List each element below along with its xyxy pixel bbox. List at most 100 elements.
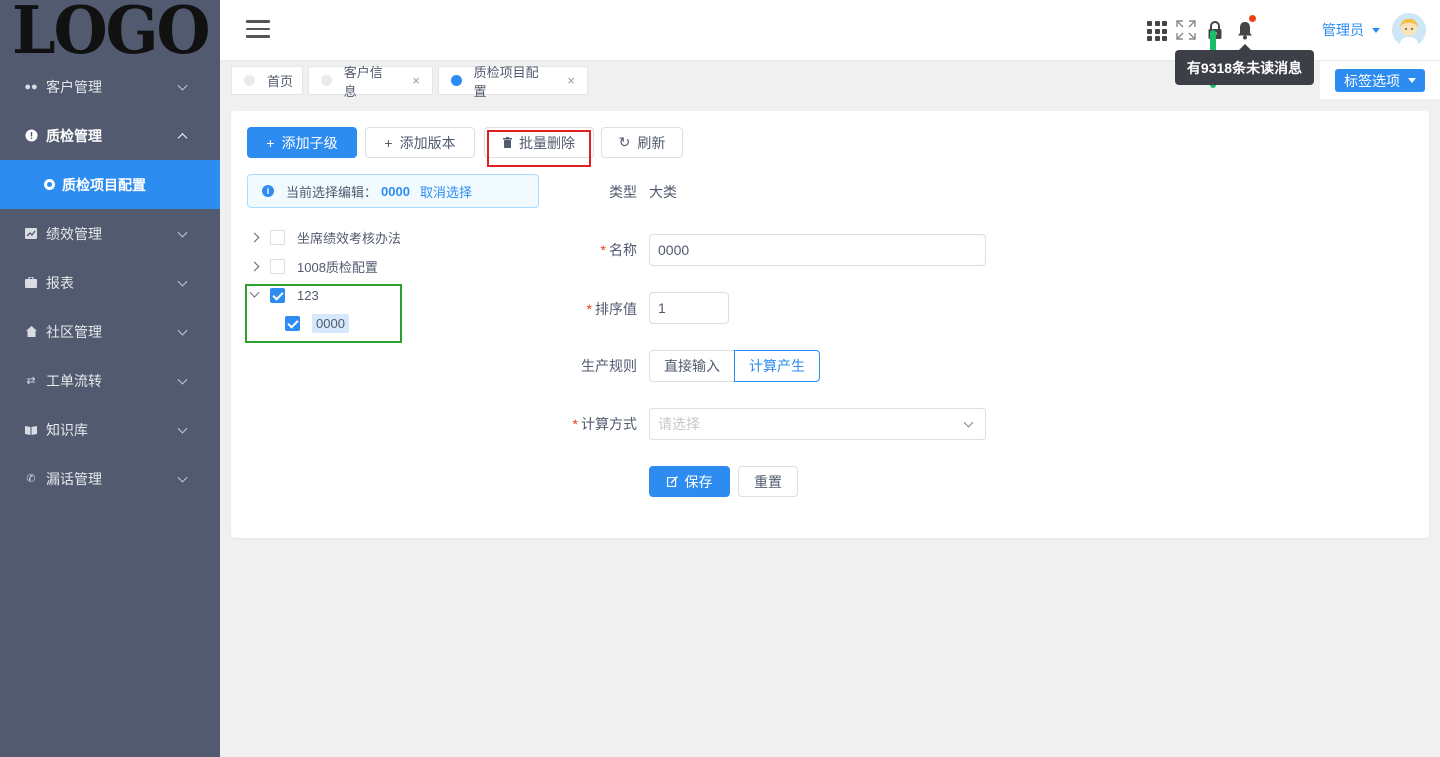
rule-label: 生产规则 — [581, 358, 637, 374]
sidebar-item-customer[interactable]: ●● 客户管理 — [0, 62, 220, 111]
chevron-down-icon — [177, 80, 188, 91]
tree-node-label[interactable]: 1008质检配置 — [297, 257, 378, 276]
add-child-button[interactable]: + 添加子级 — [247, 127, 357, 158]
reset-button[interactable]: 重置 — [738, 466, 798, 497]
tab-dot-icon — [451, 75, 462, 86]
tag-options-label: 标签选项 — [1344, 72, 1400, 89]
add-version-button[interactable]: + 添加版本 — [365, 127, 475, 158]
rule-option-calc[interactable]: 计算产生 — [734, 350, 820, 382]
chevron-down-icon — [963, 417, 974, 428]
tag-options-area: 标签选项 — [1320, 61, 1440, 99]
close-icon[interactable]: × — [567, 73, 575, 88]
refresh-icon: ↻ — [618, 134, 631, 150]
info-icon: i — [262, 185, 274, 197]
chevron-down-icon — [177, 276, 188, 287]
highlight-box-red — [487, 130, 591, 167]
cancel-selection-link[interactable]: 取消选择 — [420, 182, 472, 201]
close-icon[interactable]: × — [412, 73, 420, 88]
sidebar-item-missed-call[interactable]: ✆ 漏话管理 — [0, 454, 220, 503]
sort-input[interactable]: 1 — [649, 292, 729, 324]
tab-home[interactable]: 首页 — [231, 66, 303, 95]
notification-dot — [1249, 15, 1256, 22]
info-circle-icon — [24, 129, 38, 143]
user-name: 管理员 — [1322, 22, 1364, 38]
edit-icon — [666, 474, 678, 490]
tab-quality-config[interactable]: 质检项目配置 × — [438, 65, 588, 99]
add-child-label: 添加子级 — [281, 134, 338, 151]
selection-alert: i 当前选择编辑： 0000 取消选择 — [247, 174, 539, 208]
sidebar-item-label: 社区管理 — [46, 323, 102, 340]
add-version-label: 添加版本 — [399, 134, 456, 151]
type-label: 类型 — [609, 184, 637, 200]
tab-customer-info[interactable]: 客户信息 × — [308, 65, 433, 99]
avatar[interactable] — [1392, 13, 1426, 47]
plus-icon: + — [384, 134, 393, 151]
sidebar-item-report[interactable]: 报表 — [0, 258, 220, 307]
apps-grid-icon[interactable] — [1145, 19, 1167, 41]
sidebar-subitem-quality-config[interactable]: 质检项目配置 — [0, 160, 220, 209]
refresh-label: 刷新 — [637, 134, 666, 151]
transfer-icon: ⇄ — [26, 375, 36, 387]
briefcase-icon — [24, 276, 38, 290]
tag-options-button[interactable]: 标签选项 — [1335, 69, 1425, 92]
sidebar-item-label: 知识库 — [46, 421, 88, 438]
tab-dot-icon — [321, 75, 332, 86]
calc-placeholder: 请选择 — [658, 416, 700, 432]
caret-down-icon — [1372, 27, 1380, 33]
tab-label: 首页 — [267, 74, 294, 89]
logo: LOGO — [12, 0, 211, 69]
calc-select[interactable]: 请选择 — [649, 408, 986, 440]
sidebar-item-performance[interactable]: 绩效管理 — [0, 209, 220, 258]
save-label: 保存 — [684, 473, 713, 490]
chevron-up-icon — [177, 132, 188, 143]
refresh-button[interactable]: ↻ 刷新 — [601, 127, 683, 158]
chevron-down-icon — [177, 423, 188, 434]
rule-radio-group: 直接输入 计算产生 — [649, 350, 820, 382]
alert-text: 当前选择编辑： — [286, 184, 378, 200]
sidebar-item-label: 绩效管理 — [46, 225, 102, 242]
tree-checkbox[interactable] — [270, 258, 285, 274]
save-button[interactable]: 保存 — [649, 466, 730, 497]
alert-code: 0000 — [381, 183, 410, 199]
user-menu[interactable]: 管理员 — [1322, 20, 1380, 40]
users-icon: ●● — [24, 80, 38, 93]
caret-down-icon — [1408, 78, 1416, 83]
notification-tooltip: 有9318条未读消息 — [1175, 44, 1314, 85]
plus-icon: + — [266, 134, 275, 151]
fullscreen-icon[interactable] — [1175, 19, 1197, 41]
tree-checkbox[interactable] — [270, 229, 285, 245]
chevron-down-icon — [177, 374, 188, 385]
menu-toggle-icon[interactable] — [246, 20, 270, 40]
tree-node-label[interactable]: 坐席绩效考核办法 — [297, 228, 401, 247]
content-card: + 添加子级 + 添加版本 批量删除 ↻ 刷新 i 当前选择编辑： 0000 取… — [231, 111, 1429, 538]
highlight-box-green — [245, 284, 402, 343]
type-value: 大类 — [649, 184, 677, 200]
home-icon — [24, 325, 38, 339]
bell-icon[interactable] — [1234, 15, 1256, 41]
sidebar-item-label: 报表 — [46, 274, 74, 291]
tree-node: 1008质检配置 — [249, 255, 378, 277]
expand-arrow-icon[interactable] — [249, 232, 260, 242]
sidebar-item-quality[interactable]: 质检管理 — [0, 111, 220, 160]
chevron-down-icon — [177, 325, 188, 336]
tab-label: 客户信息 — [343, 64, 383, 99]
name-label: * 名称 — [600, 242, 637, 258]
expand-arrow-icon[interactable] — [249, 261, 260, 271]
chevron-down-icon — [177, 472, 188, 483]
circle-icon — [44, 179, 55, 190]
phone-icon: ✆ — [26, 473, 36, 485]
tab-label: 质检项目配置 — [473, 64, 539, 99]
calc-label: * 计算方式 — [572, 416, 637, 432]
sidebar-item-knowledge[interactable]: 知识库 — [0, 405, 220, 454]
tab-dot-icon — [244, 75, 255, 86]
sidebar-subitem-label: 质检项目配置 — [62, 176, 146, 193]
name-input[interactable]: 0000 — [649, 234, 986, 266]
sidebar-item-workorder[interactable]: ⇄ 工单流转 — [0, 356, 220, 405]
sidebar-item-label: 客户管理 — [46, 78, 102, 95]
sidebar-item-community[interactable]: 社区管理 — [0, 307, 220, 356]
sidebar-item-label: 工单流转 — [46, 372, 102, 389]
book-icon — [24, 423, 38, 437]
sidebar: LOGO ●● 客户管理 质检管理 质检项目配置 绩效管理 报表 社区管理 ⇄ … — [0, 0, 220, 757]
sidebar-item-label: 漏话管理 — [46, 470, 102, 487]
rule-option-direct[interactable]: 直接输入 — [649, 350, 735, 382]
